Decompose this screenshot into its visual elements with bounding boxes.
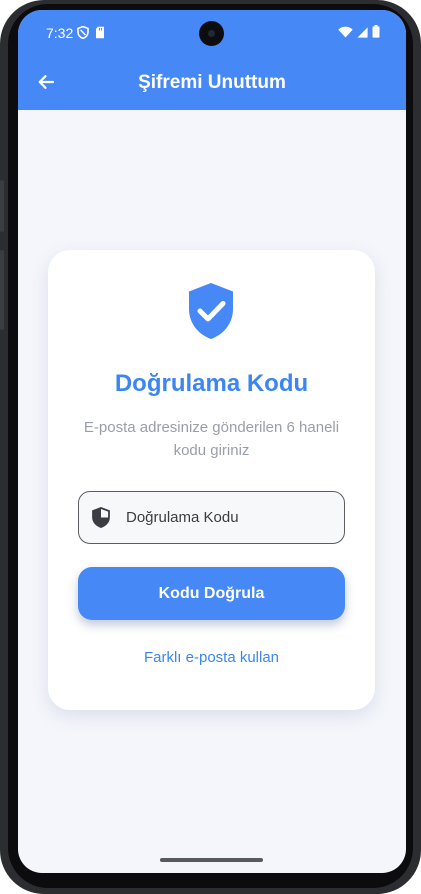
verification-card: Doğrulama Kodu E-posta adresinize gönder…	[48, 250, 375, 710]
shield-check-icon	[187, 282, 235, 345]
status-right-icons	[338, 25, 380, 43]
sd-card-icon	[95, 26, 105, 44]
wifi-icon	[338, 25, 353, 43]
front-camera	[199, 21, 224, 46]
verification-code-input[interactable]: Doğrulama Kodu	[78, 491, 345, 544]
power-button	[0, 180, 4, 232]
signal-icon	[357, 25, 368, 43]
verify-code-button[interactable]: Kodu Doğrula	[78, 567, 345, 620]
code-field-placeholder: Doğrulama Kodu	[126, 509, 239, 526]
status-time: 7:32	[46, 25, 74, 41]
screen: 7:32 Şifremi Unuttum Doğrulama Kodu E-po…	[18, 10, 406, 873]
status-bar: 7:32	[18, 10, 406, 56]
card-title: Doğrulama Kodu	[114, 370, 309, 397]
card-description: E-posta adresinize gönderilen 6 haneli k…	[83, 419, 340, 459]
phone-frame: 7:32 Şifremi Unuttum Doğrulama Kodu E-po…	[0, 0, 421, 894]
volume-button	[0, 250, 4, 330]
home-indicator[interactable]	[160, 858, 263, 862]
shield-status-icon	[77, 25, 89, 44]
page-title: Şifremi Unuttum	[138, 72, 286, 93]
use-different-email-link[interactable]: Farklı e-posta kullan	[48, 649, 375, 666]
battery-icon	[372, 25, 380, 43]
app-bar: Şifremi Unuttum	[18, 56, 406, 110]
status-left-icons	[77, 25, 105, 44]
shield-half-icon	[92, 507, 110, 528]
